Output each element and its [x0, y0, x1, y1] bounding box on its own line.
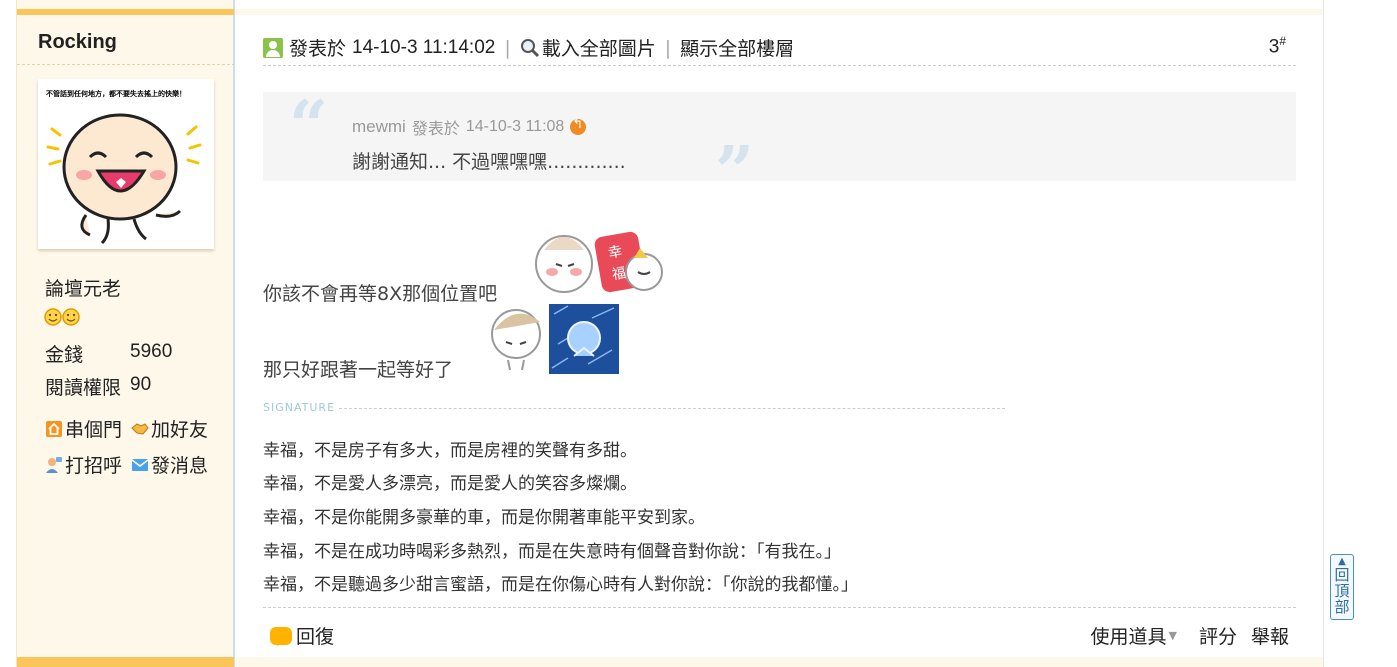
envelope-icon — [131, 458, 149, 471]
emoticon-text-1: 幸 — [607, 244, 624, 262]
stat-value-read-permission: 90 — [130, 374, 152, 395]
divider: | — [504, 36, 511, 59]
back-to-top-label: 回頂部 — [1334, 566, 1350, 616]
avatar[interactable]: 不管話到任何地方，都不要失去搖上的快樂！ — [38, 79, 214, 249]
handshake-icon — [131, 422, 149, 435]
quote-text: 謝謝通知... 不過嘿嘿嘿............. — [352, 151, 626, 173]
divider — [234, 0, 235, 667]
divider — [339, 407, 1005, 409]
user-rank: 論壇元老 — [45, 278, 122, 300]
greet-button[interactable]: 打招呼 — [45, 451, 122, 478]
visit-button[interactable]: 串個門 — [45, 415, 122, 442]
signature-label: SIGNATURE — [263, 400, 336, 414]
emoticon-happiness-icon: 幸 福 — [535, 231, 663, 293]
user-sidebar: Rocking 不管話到任何地方，都不要失去搖上的快樂！ 論壇元老 金錢 596… — [16, 0, 235, 667]
post-actions: 使用道具 ▼ 評分 舉報 — [1090, 622, 1289, 649]
signature-line: 幸福，不是在成功時喝彩多熱烈，而是在失意時有個聲音對你說：「有我在。」 — [263, 542, 841, 562]
rate-link[interactable]: 評分 — [1199, 622, 1237, 649]
smiley-rank-icon — [44, 308, 80, 326]
speech-bubble-icon — [270, 626, 292, 646]
signature-line: 幸福，不是你能開多豪華的車，而是你開著車能平安到家。 — [263, 508, 705, 528]
stat-label-read-permission: 閱讀權限 — [45, 377, 122, 399]
go-to-post-icon[interactable] — [570, 117, 587, 135]
post-bottom-strip — [235, 657, 1323, 667]
stat-label-money: 金錢 — [45, 344, 84, 366]
show-all-floors-link[interactable]: 顯示全部樓層 — [680, 34, 794, 61]
greet-user-icon — [46, 456, 62, 473]
username[interactable]: Rocking — [38, 31, 117, 54]
home-icon — [46, 420, 62, 437]
post-header: 發表於 14-10-3 11:14:02 | 載入全部圖片 | 顯示全部樓層 3… — [263, 31, 1296, 66]
load-images-label: 載入全部圖片 — [541, 38, 656, 60]
post-line: 那只好跟著一起等好了 — [263, 359, 454, 381]
reply-button[interactable]: 回復 — [270, 622, 334, 649]
emoticon-sad-icon — [491, 304, 619, 374]
reply-label: 回復 — [296, 626, 335, 648]
signature-line: 幸福，不是愛人多漂亮，而是愛人的笑容多燦爛。 — [263, 474, 637, 494]
avatar-cartoon-icon — [46, 113, 202, 245]
use-tool-menu[interactable]: 使用道具 ▼ — [1090, 622, 1176, 649]
post-timestamp: 14-10-3 11:14:02 — [352, 36, 496, 58]
stat-value-money: 5960 — [130, 341, 173, 362]
rank-stars — [44, 307, 80, 331]
quote-block: “ mewmi 發表於 14-10-3 11:08 謝謝通知... 不過嘿嘿嘿.… — [263, 86, 1296, 212]
posted-label: 發表於 — [289, 38, 347, 60]
post-top-strip — [235, 9, 1323, 15]
signature-header: SIGNATURE — [263, 398, 1005, 416]
avatar-caption: 不管話到任何地方，都不要失去搖上的快樂！ — [46, 90, 186, 98]
post-line: 你該不會再等8X那個位置吧 — [263, 283, 498, 305]
close-quote-icon: ” — [715, 132, 755, 212]
signature-line: 幸福，不是房子有多大，而是房裡的笑聲有多甜。 — [263, 441, 637, 461]
use-tool-label: 使用道具 — [1090, 626, 1167, 648]
quote-meta: mewmi 發表於 14-10-3 11:08 — [352, 115, 587, 139]
magnifier-icon — [520, 38, 539, 57]
floor-mark: # — [1279, 34, 1286, 48]
sidebar-top-bar — [17, 9, 235, 15]
sidebar-bottom-bar — [17, 657, 235, 667]
post-meta: 發表於 14-10-3 11:14:02 | 載入全部圖片 | 顯示全部樓層 — [263, 34, 794, 61]
load-images-link[interactable]: 載入全部圖片 — [520, 34, 656, 61]
divider — [17, 64, 235, 65]
signature-line: 幸福，不是聽過多少甜言蜜語，而是在你傷心時有人對你說：「你說的我都懂。」 — [263, 575, 858, 595]
add-friend-label: 加好友 — [151, 419, 209, 441]
floor-number[interactable]: 3# — [1269, 34, 1286, 58]
add-friend-button[interactable]: 加好友 — [131, 415, 208, 442]
online-user-icon — [263, 37, 283, 58]
visit-label: 串個門 — [65, 419, 123, 441]
back-to-top-button[interactable]: ▲ 回頂部 — [1330, 554, 1354, 620]
greet-label: 打招呼 — [65, 455, 123, 477]
open-quote-icon: “ — [289, 86, 329, 166]
quote-timestamp: 14-10-3 11:08 — [465, 118, 565, 135]
send-message-label: 發消息 — [151, 455, 209, 477]
report-link[interactable]: 舉報 — [1251, 622, 1289, 649]
divider — [1323, 0, 1324, 667]
divider — [263, 607, 1296, 608]
quote-posted-label: 發表於 — [411, 119, 460, 138]
floor-number-value: 3 — [1268, 36, 1280, 58]
quote-author: mewmi — [352, 117, 406, 136]
caret-down-icon: ▼ — [1168, 629, 1177, 642]
send-message-button[interactable]: 發消息 — [131, 451, 208, 478]
divider: | — [664, 36, 672, 59]
emoticon-text-2: 福 — [611, 265, 628, 283]
